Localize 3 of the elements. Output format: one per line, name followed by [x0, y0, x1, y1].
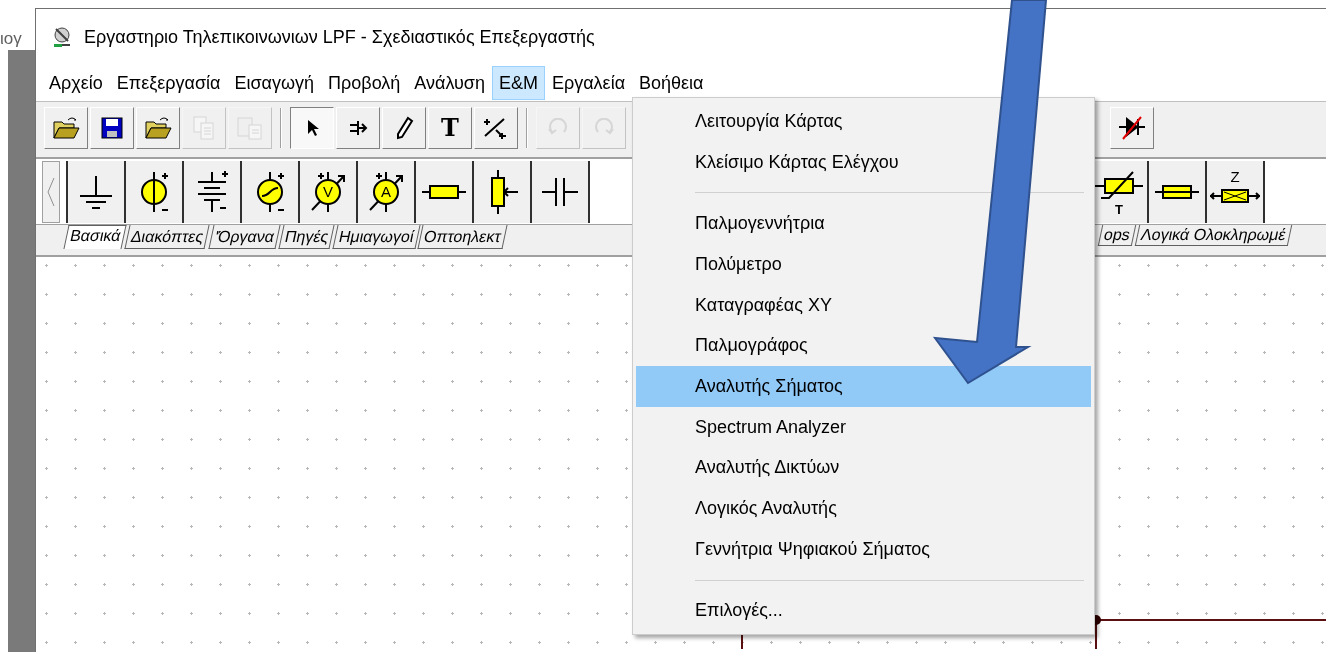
background-window-text: ιογ [0, 30, 23, 47]
text-tool-label: T [441, 115, 459, 140]
window-title: Εργαστηριο Τηλεπικοινωνιων LPF - Σχεδιαστικός Επεξεργαστής [84, 25, 595, 49]
